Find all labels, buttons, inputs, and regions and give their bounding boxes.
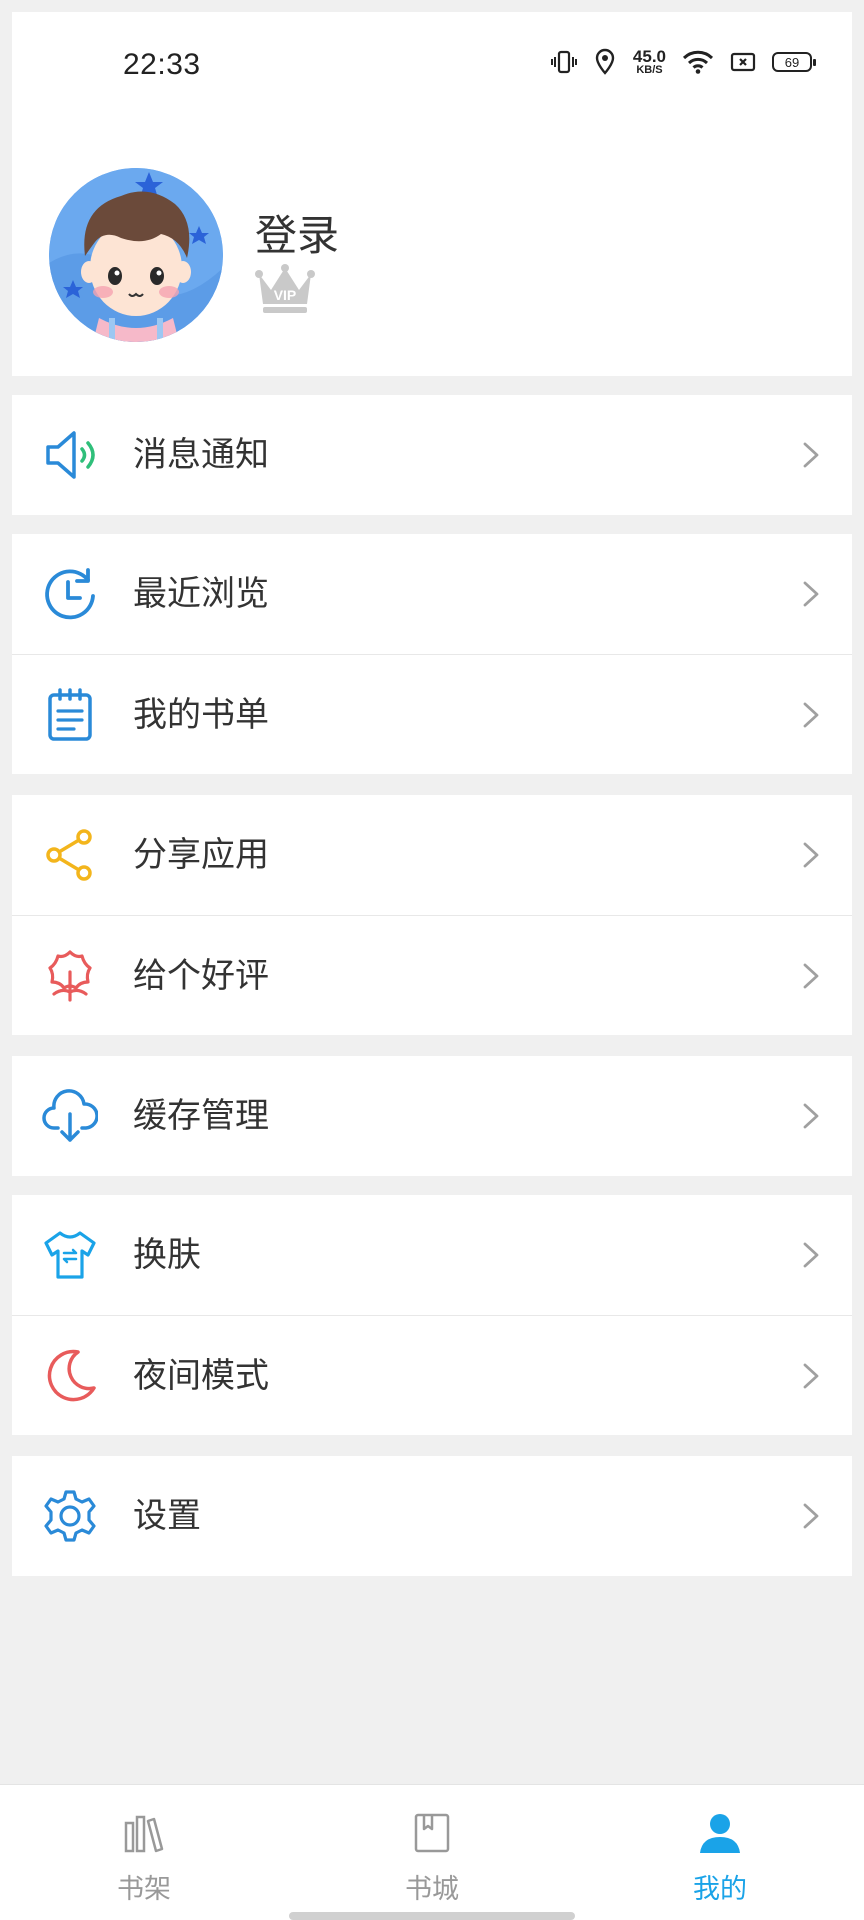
user-icon — [700, 1814, 740, 1853]
menu-group-appearance: 换肤 夜间模式 — [12, 1195, 852, 1435]
cloud-download-icon — [42, 1089, 98, 1142]
menu-item-settings[interactable]: 设置 — [12, 1456, 852, 1576]
tab-label-bookshelf: 书架 — [117, 1874, 171, 1905]
vibrate-icon — [550, 50, 577, 74]
vip-crown-icon: VIP — [255, 264, 315, 313]
chevron-right-icon — [803, 842, 819, 868]
login-label[interactable]: 登录 — [255, 202, 339, 263]
menu-label-share: 分享应用 — [133, 835, 269, 875]
menu-label-recent: 最近浏览 — [133, 574, 269, 614]
network-speed-unit: KB/S — [636, 64, 663, 76]
tab-mine[interactable]: 我的 — [620, 1785, 820, 1920]
menu-item-share[interactable]: 分享应用 — [12, 795, 852, 915]
avatar[interactable] — [49, 168, 223, 342]
menu-label-skin: 换肤 — [133, 1235, 201, 1275]
profile-header: 22:33 45.0 KB/S 69 登录 VIP — [12, 12, 852, 376]
chevron-right-icon — [803, 1103, 819, 1129]
chevron-right-icon — [803, 581, 819, 607]
menu-label-night: 夜间模式 — [133, 1356, 269, 1396]
menu-label-booklist: 我的书单 — [133, 695, 269, 735]
status-icons: 45.0 KB/S 69 — [550, 42, 816, 82]
chevron-right-icon — [803, 702, 819, 728]
menu-item-skin[interactable]: 换肤 — [12, 1195, 852, 1315]
network-speed-value: 45.0 — [632, 47, 666, 66]
tab-label-mine: 我的 — [693, 1874, 747, 1905]
menu-label-cache: 缓存管理 — [133, 1096, 269, 1136]
chevron-right-icon — [803, 442, 819, 468]
tab-bookstore[interactable]: 书城 — [332, 1785, 532, 1920]
bookshelf-icon — [124, 1815, 164, 1853]
flower-icon — [48, 950, 92, 1002]
cartoon-boy-avatar-icon — [49, 168, 223, 342]
tab-bookshelf[interactable]: 书架 — [44, 1785, 244, 1920]
battery-indicator: 69 — [772, 52, 816, 72]
menu-item-booklist[interactable]: 我的书单 — [12, 654, 852, 774]
screen: 22:33 45.0 KB/S 69 登录 VIP 消息通知 最近浏览 我的书单… — [0, 0, 864, 1920]
chevron-right-icon — [803, 1503, 819, 1529]
home-indicator[interactable] — [289, 1912, 575, 1920]
gear-icon — [44, 1490, 96, 1542]
menu-item-night[interactable]: 夜间模式 — [12, 1315, 852, 1435]
menu-label-settings: 设置 — [133, 1496, 201, 1536]
tshirt-icon — [44, 1231, 96, 1279]
menu-item-rate[interactable]: 给个好评 — [12, 915, 852, 1035]
menu-item-recent[interactable]: 最近浏览 — [12, 534, 852, 654]
menu-group-settings: 设置 — [12, 1456, 852, 1576]
menu-item-cache[interactable]: 缓存管理 — [12, 1056, 852, 1176]
bottom-nav: 书架 书城 我的 — [0, 1784, 864, 1920]
location-icon — [595, 48, 615, 75]
share-icon — [46, 829, 92, 881]
network-speed: 45.0 KB/S — [633, 48, 666, 76]
tab-label-bookstore: 书城 — [405, 1874, 459, 1905]
moon-icon — [47, 1349, 96, 1402]
no-sim-icon — [730, 52, 756, 72]
chevron-right-icon — [803, 963, 819, 989]
wifi-icon — [682, 50, 714, 74]
history-clock-icon — [45, 568, 95, 620]
menu-group-reading: 最近浏览 我的书单 — [12, 534, 852, 774]
menu-item-notifications[interactable]: 消息通知 — [12, 395, 852, 515]
speaker-icon — [46, 431, 95, 479]
menu-label-rate: 给个好评 — [133, 956, 269, 996]
book-icon — [414, 1813, 450, 1853]
chevron-right-icon — [803, 1242, 819, 1268]
status-bar: 22:33 45.0 KB/S 69 — [12, 12, 852, 96]
status-time: 22:33 — [123, 48, 201, 81]
menu-group-cache: 缓存管理 — [12, 1056, 852, 1176]
notepad-list-icon — [48, 688, 92, 741]
vip-badge-text: VIP — [274, 287, 297, 303]
menu-group-share: 分享应用 给个好评 — [12, 795, 852, 1035]
menu-label-notifications: 消息通知 — [133, 435, 269, 475]
menu-group-notifications: 消息通知 — [12, 395, 852, 515]
chevron-right-icon — [803, 1363, 819, 1389]
